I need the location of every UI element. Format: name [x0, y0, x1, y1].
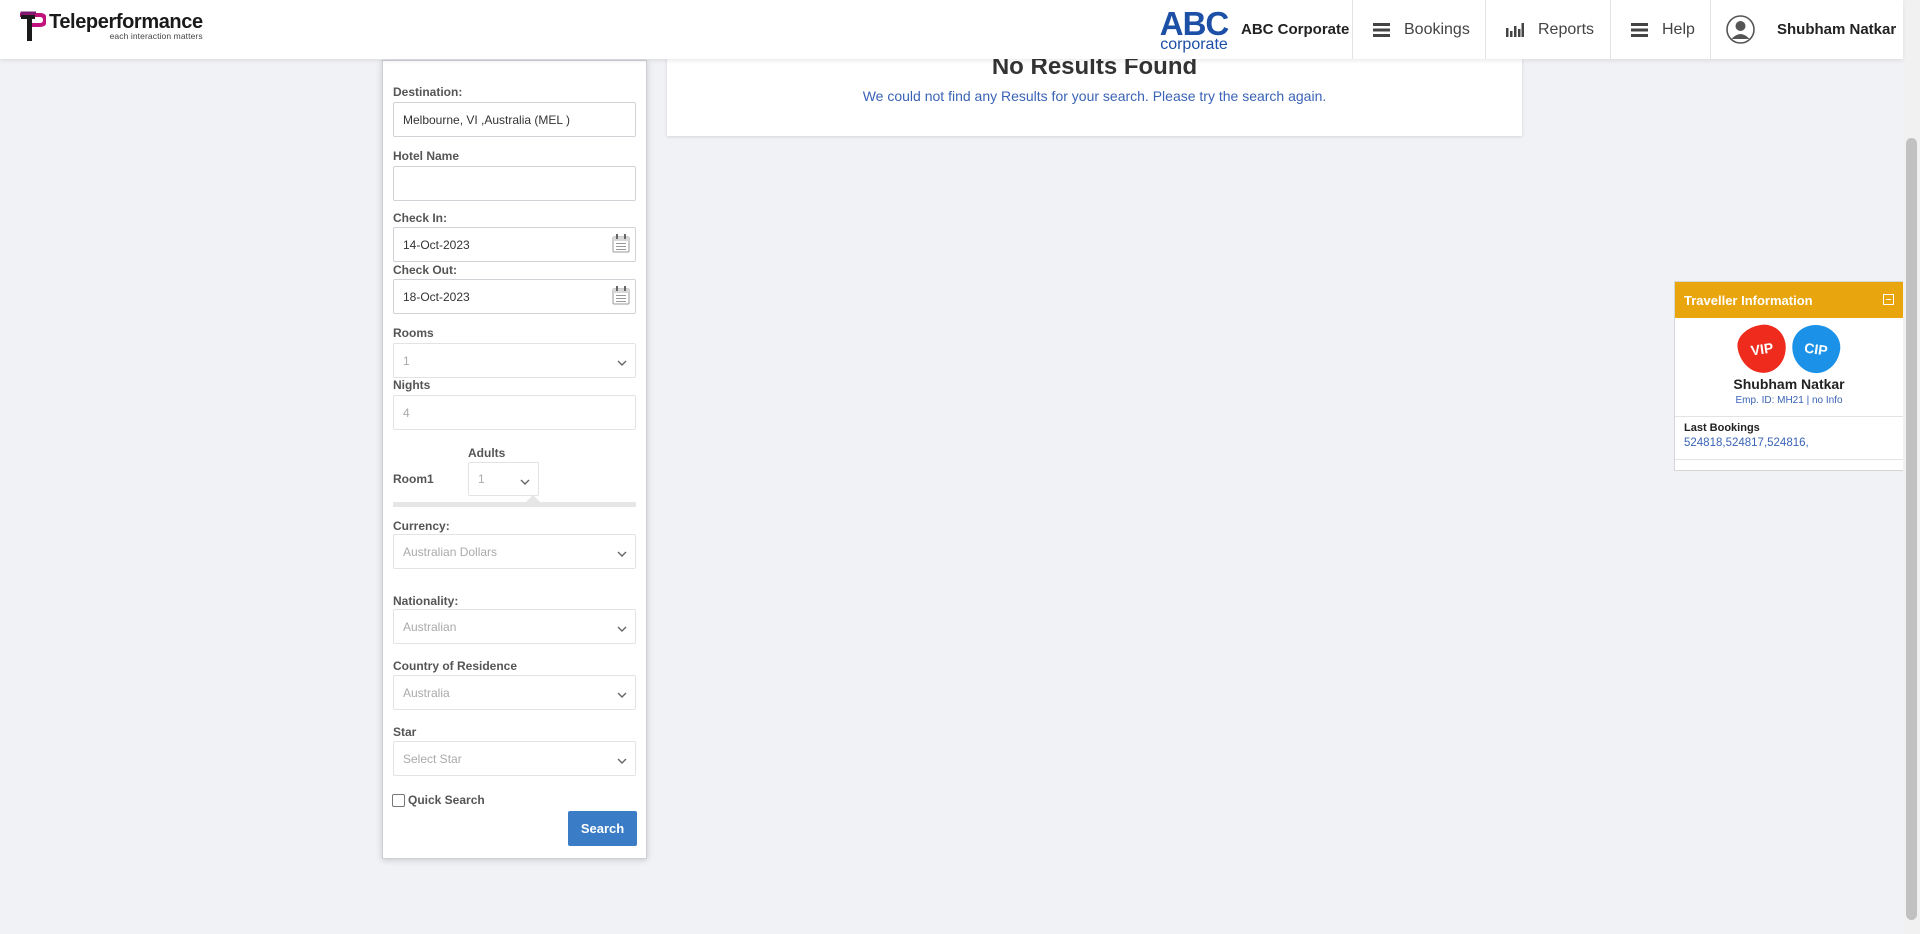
currency-value: Australian Dollars	[403, 544, 498, 559]
teleperformance-logo[interactable]: Teleperformance each interaction matters	[18, 11, 203, 47]
nav-reports-label: Reports	[1538, 20, 1595, 38]
rooms-select[interactable]: 1	[393, 343, 636, 378]
check-out-label: Check Out:	[393, 263, 458, 277]
last-bookings-label: Last Bookings	[1684, 422, 1760, 434]
nav-help[interactable]: Help	[1610, 0, 1710, 59]
user-avatar-icon	[1726, 15, 1755, 44]
quick-search-checkbox[interactable]	[392, 793, 405, 807]
chevron-down-icon	[617, 622, 627, 636]
quick-search-option[interactable]: Quick Search	[392, 793, 485, 807]
scrollbar-thumb[interactable]	[1906, 138, 1917, 920]
star-select[interactable]: Select Star	[393, 741, 636, 776]
traveller-info-header[interactable]: Traveller Information	[1675, 282, 1903, 318]
room1-label: Room1	[393, 472, 434, 486]
corporate-name: ABC Corporate	[1241, 21, 1350, 38]
cip-badge-label: CIP	[1803, 339, 1829, 359]
menu-lines-icon	[1373, 22, 1390, 37]
hotel-name-label: Hotel Name	[393, 149, 460, 163]
client-logo-big: ABC	[1159, 5, 1230, 42]
residence-label: Country of Residence	[393, 659, 518, 673]
nationality-select[interactable]: Australian	[393, 609, 636, 644]
nationality-value: Australian	[403, 619, 457, 634]
chevron-down-icon	[617, 547, 627, 561]
teleperformance-logo-mark	[18, 11, 48, 43]
rooms-value: 1	[403, 353, 410, 368]
room-divider	[393, 502, 636, 507]
user-menu[interactable]: Shubham Natkar	[1710, 0, 1903, 59]
check-out-input[interactable]: 18-Oct-2023	[393, 279, 636, 314]
star-label: Star	[393, 725, 417, 739]
client-logo-small: corporate	[1160, 36, 1228, 53]
destination-input[interactable]: Melbourne, VI ,Australia (MEL )	[393, 102, 636, 137]
adults-select[interactable]: 1	[468, 462, 539, 496]
rooms-label: Rooms	[393, 326, 434, 340]
calendar-icon[interactable]	[612, 286, 630, 305]
top-navbar: Teleperformance each interaction matters…	[0, 0, 1903, 59]
menu-lines-icon	[1631, 22, 1648, 37]
vip-badge-label: VIP	[1749, 339, 1775, 359]
room-divider-notch	[526, 495, 540, 502]
residence-value: Australia	[403, 685, 450, 700]
page-scrollbar[interactable]	[1903, 0, 1920, 934]
logo-name: Teleperformance	[49, 11, 203, 33]
nav-help-label: Help	[1662, 20, 1695, 38]
chevron-down-icon	[617, 688, 627, 702]
chevron-down-icon	[520, 475, 530, 489]
nav-bookings[interactable]: Bookings	[1352, 0, 1485, 59]
calendar-icon[interactable]	[612, 234, 630, 253]
adults-value: 1	[478, 472, 485, 486]
destination-value: Melbourne, VI ,Australia (MEL )	[403, 112, 570, 127]
nights-input[interactable]: 4	[393, 395, 636, 430]
bar-chart-icon	[1506, 22, 1524, 37]
currency-select[interactable]: Australian Dollars	[393, 534, 636, 569]
chevron-down-icon	[617, 356, 627, 370]
no-results-message: We could not find any Results for your s…	[862, 88, 1327, 104]
cip-badge: CIP	[1788, 321, 1844, 377]
search-button[interactable]: Search	[568, 811, 637, 846]
collapse-icon[interactable]	[1883, 294, 1894, 305]
residence-select[interactable]: Australia	[393, 675, 636, 710]
divider	[1675, 416, 1903, 417]
adults-label: Adults	[468, 446, 506, 460]
quick-search-label: Quick Search	[408, 793, 485, 807]
vip-badge: VIP	[1734, 321, 1790, 377]
traveller-badges: VIP CIP	[1734, 321, 1848, 377]
chevron-down-icon	[617, 754, 627, 768]
nationality-label: Nationality:	[393, 594, 459, 608]
traveller-info-heading: Traveller Information	[1684, 292, 1813, 308]
check-in-label: Check In:	[393, 211, 448, 225]
nav-bookings-label: Bookings	[1404, 20, 1470, 38]
destination-label: Destination:	[393, 85, 463, 99]
nights-value: 4	[403, 405, 410, 420]
traveller-info-widget: Traveller Information VIP CIP Shubham Na…	[1674, 281, 1904, 471]
traveller-name: Shubham Natkar	[1733, 376, 1845, 392]
hotel-name-input[interactable]	[393, 166, 636, 201]
check-in-input[interactable]: 14-Oct-2023	[393, 227, 636, 262]
check-out-value: 18-Oct-2023	[403, 289, 470, 304]
currency-label: Currency:	[393, 519, 450, 533]
traveller-emp-info: Emp. ID: MH21 | no Info	[1735, 395, 1843, 406]
client-logo: ABC corporate	[1158, 5, 1230, 53]
last-bookings-links[interactable]: 524818,524817,524816,	[1684, 437, 1809, 449]
user-name: Shubham Natkar	[1777, 21, 1897, 38]
divider	[1675, 459, 1903, 460]
hotel-search-panel: Destination: Melbourne, VI ,Australia (M…	[382, 60, 647, 859]
check-in-value: 14-Oct-2023	[403, 237, 470, 252]
star-placeholder: Select Star	[403, 751, 462, 766]
nights-label: Nights	[393, 378, 431, 392]
nav-reports[interactable]: Reports	[1485, 0, 1610, 59]
